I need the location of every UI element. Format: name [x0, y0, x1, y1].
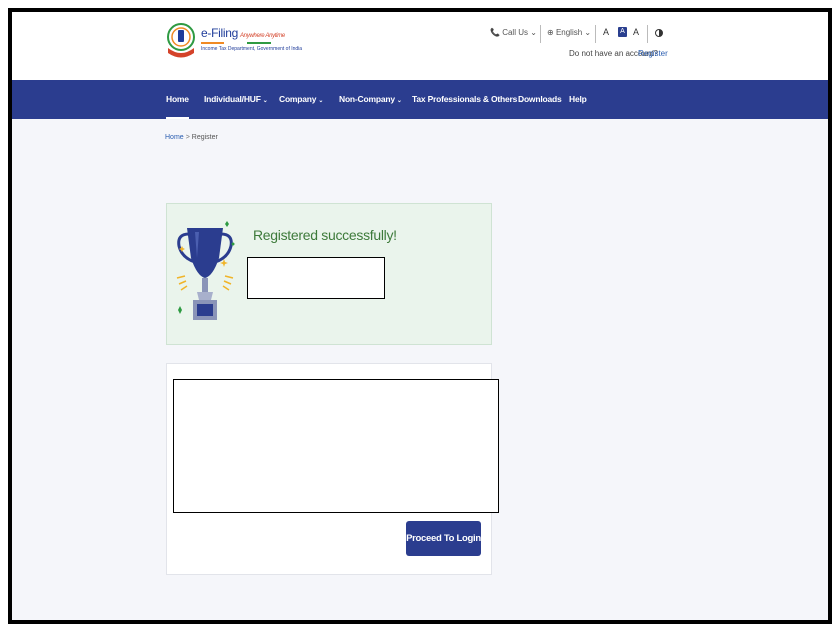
call-us-dropdown[interactable]: 📞 Call Us ⌄: [490, 28, 537, 37]
redacted-box: [173, 379, 499, 513]
logo-tricolor-line: [201, 42, 271, 44]
efiling-logo[interactable]: e-Filing Anywhere Anytime Income Tax Depa…: [166, 22, 302, 62]
chevron-down-icon: ⌄: [262, 98, 268, 104]
trophy-icon: [176, 221, 235, 320]
divider: [595, 25, 596, 43]
success-card: Registered successfully!: [166, 203, 492, 345]
logo-tagline: Anywhere Anytime: [239, 33, 285, 39]
nav-company[interactable]: Company ⌄: [279, 80, 323, 119]
success-message: Registered successfully!: [253, 227, 397, 243]
font-increase-button[interactable]: A: [633, 27, 639, 37]
breadcrumb-current: Register: [191, 134, 218, 141]
chevron-down-icon: ⌄: [530, 28, 537, 37]
nav-non-company[interactable]: Non-Company ⌄: [339, 80, 402, 119]
register-link[interactable]: Register: [638, 49, 668, 58]
language-dropdown[interactable]: ⊕ English ⌄: [547, 28, 591, 37]
chevron-down-icon: ⌄: [318, 98, 324, 104]
breadcrumb-home-link[interactable]: Home: [165, 134, 184, 141]
nav-home[interactable]: Home: [166, 80, 189, 119]
site-header: e-Filing Anywhere Anytime Income Tax Depa…: [12, 12, 828, 80]
chevron-down-icon: ⌄: [396, 98, 402, 104]
breadcrumb-separator: >: [185, 134, 190, 141]
emblem-icon: [167, 23, 195, 58]
breadcrumb: Home > Register: [165, 134, 218, 141]
divider: [647, 25, 648, 43]
redacted-box: [247, 257, 385, 299]
logo-subtitle: Income Tax Department, Government of Ind…: [201, 46, 303, 52]
nav-tax-professionals[interactable]: Tax Professionals & Others ⌄: [412, 80, 524, 119]
call-us-label: Call Us: [502, 28, 528, 37]
chevron-down-icon: ⌄: [584, 28, 592, 37]
main-nav: Home Individual/HUF ⌄ Company ⌄ Non-Compan…: [12, 80, 828, 119]
nav-help[interactable]: Help: [569, 80, 587, 119]
globe-icon: ⊕: [547, 28, 554, 37]
font-normal-button[interactable]: A: [618, 27, 627, 37]
font-decrease-button[interactable]: A: [603, 27, 609, 37]
nav-individual-huf[interactable]: Individual/HUF ⌄: [204, 80, 268, 119]
nav-downloads[interactable]: Downloads: [518, 80, 562, 119]
proceed-to-login-button[interactable]: Proceed To Login: [406, 521, 481, 556]
logo-title: e-Filing Anywhere Anytime: [201, 26, 285, 40]
language-label: English: [555, 28, 583, 37]
contrast-toggle-icon[interactable]: [655, 29, 663, 37]
browser-viewport: e-Filing Anywhere Anytime Income Tax Depa…: [8, 8, 832, 624]
phone-icon: 📞: [490, 28, 500, 37]
divider: [540, 25, 541, 43]
